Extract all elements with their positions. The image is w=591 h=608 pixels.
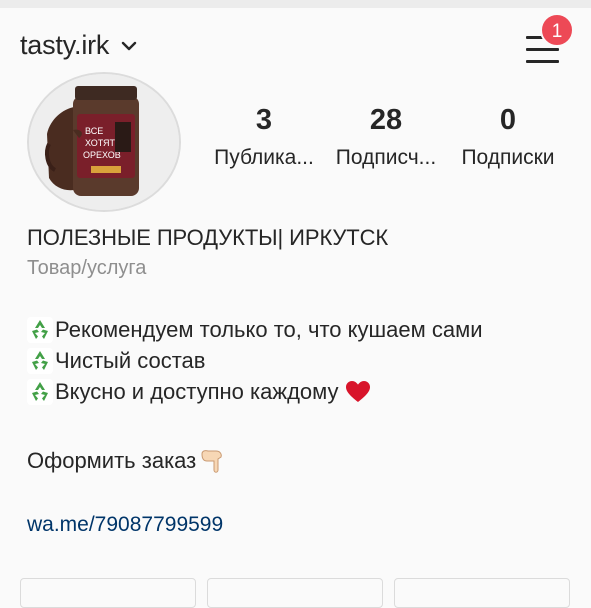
heart-icon [345, 381, 370, 402]
hamburger-icon-line [526, 48, 559, 51]
bio-text-3: Вкусно и доступно каждому [55, 379, 339, 404]
account-switcher[interactable]: tasty.irk [20, 30, 137, 61]
business-category: Товар/услуга [27, 257, 147, 279]
bio-line-1: Рекомендуем только то, что кушаем сами [27, 317, 483, 343]
backhand-index-pointing-down-icon [201, 450, 223, 473]
recycle-icon [27, 317, 53, 343]
bio-text-1: Рекомендуем только то, что кушаем сами [55, 317, 483, 342]
recycle-icon [27, 379, 53, 405]
posts-count[interactable]: 3 Публика... [204, 100, 324, 172]
posts-count-label: Публика... [214, 146, 314, 169]
status-bar-strip [0, 0, 591, 8]
profile-header: tasty.irk [0, 8, 591, 82]
followers-count-label: Подписч... [335, 146, 437, 169]
posts-count-value: 3 [255, 104, 273, 136]
business-name: ПОЛЕЗНЫЕ ПРОДУКТЫ| ИРКУТСК [27, 225, 389, 250]
followers-count-value: 28 [369, 104, 403, 136]
bio-line-3: Вкусно и доступно каждому [27, 379, 371, 405]
following-count-label: Подписки [461, 146, 555, 169]
bio-line-2: Чистый состав [27, 348, 205, 374]
action-button-2[interactable] [207, 578, 383, 608]
bio-order-line: Оформить заказ [27, 448, 226, 474]
following-count[interactable]: 0 Подписки [448, 100, 568, 172]
followers-count[interactable]: 28 Подписч... [326, 100, 446, 172]
avatar-image: ВСЕ ХОТЯТ ОРЕХОВ [29, 74, 179, 210]
jar-label-line2: ХОТЯТ [85, 138, 116, 148]
website-link[interactable]: wa.me/79087799599 [27, 513, 223, 537]
notification-badge: 1 [540, 13, 574, 47]
jar-label-line1: ВСЕ [85, 126, 103, 136]
recycle-icon [27, 348, 53, 374]
action-button-1[interactable] [20, 578, 196, 608]
avatar[interactable]: ВСЕ ХОТЯТ ОРЕХОВ [27, 72, 181, 212]
following-count-value: 0 [499, 104, 517, 136]
hamburger-icon-line [526, 60, 559, 63]
chevron-down-icon [122, 41, 137, 50]
action-button-3[interactable] [394, 578, 570, 608]
username: tasty.irk [20, 30, 110, 60]
order-text: Оформить заказ [27, 448, 197, 473]
bio-text-2: Чистый состав [55, 348, 206, 373]
